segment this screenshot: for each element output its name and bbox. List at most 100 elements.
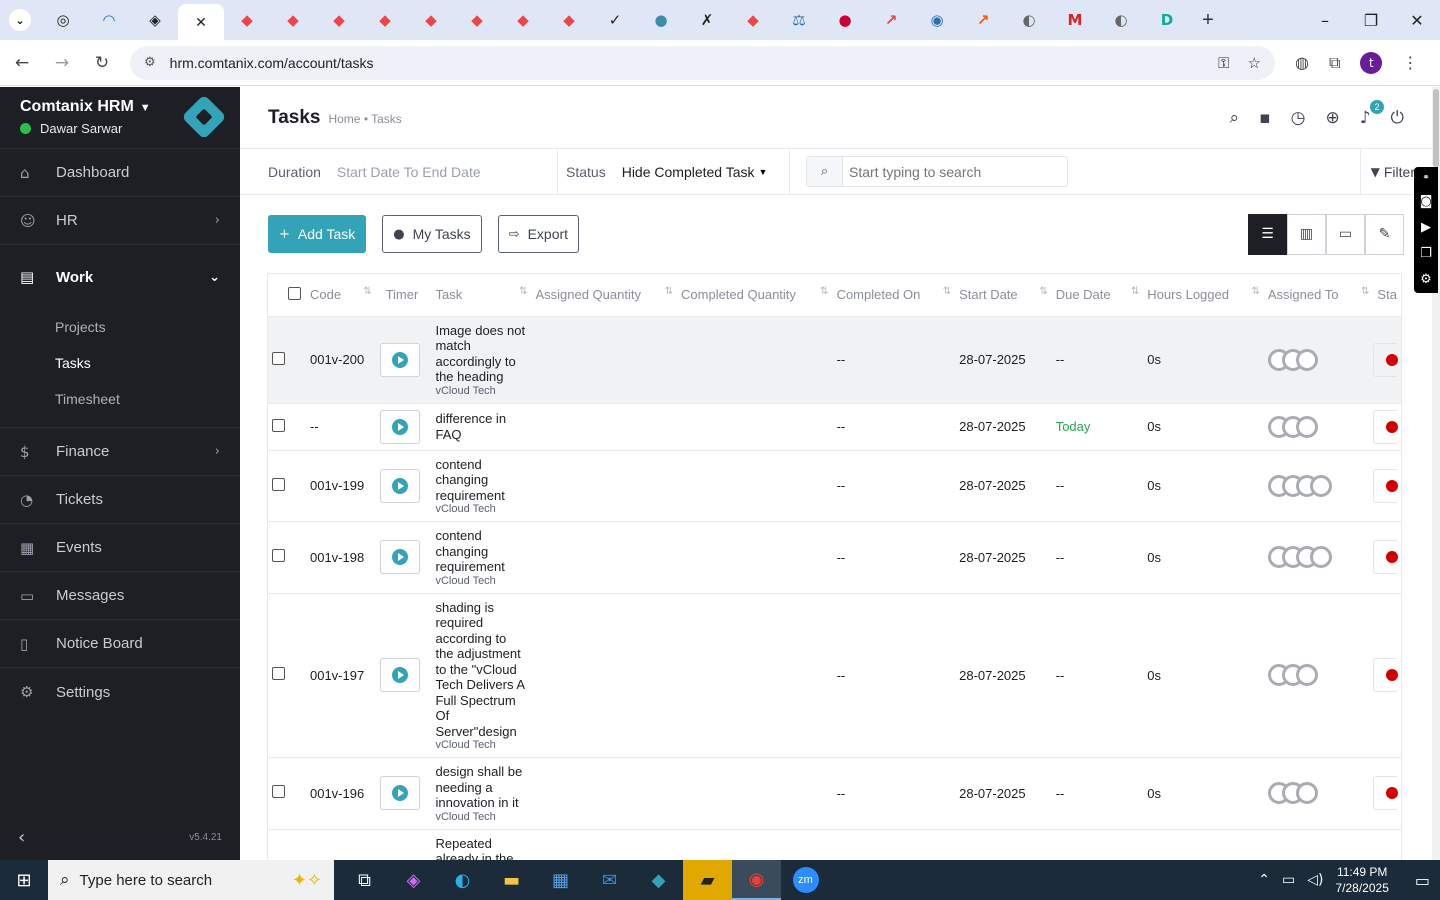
row-checkbox[interactable] <box>272 785 285 799</box>
task-name[interactable]: contend changing requirement <box>435 457 527 504</box>
sticky-notes-icon[interactable]: ▰ <box>683 860 732 900</box>
browser-tab[interactable]: ◆ <box>730 0 776 40</box>
scrollbar-thumb[interactable] <box>1433 89 1439 167</box>
file-explorer-icon[interactable]: ▬ <box>487 860 536 900</box>
collapse-sidebar-icon[interactable]: ‹ <box>18 827 25 848</box>
browser-tab[interactable]: ◐ <box>1006 0 1052 40</box>
sidebar-item-finance[interactable]: $ Finance › <box>0 428 240 476</box>
browser-menu-icon[interactable]: ⋮ <box>1402 53 1418 72</box>
copilot-icon[interactable]: ◈ <box>389 860 438 900</box>
translate-icon[interactable]: ◍ <box>1295 53 1309 72</box>
search-icon[interactable]: ⌕ <box>1230 108 1240 128</box>
browser-tab[interactable]: ◐ <box>1098 0 1144 40</box>
calendar-view-icon[interactable]: ▭ <box>1326 213 1365 255</box>
back-icon[interactable]: ← <box>4 53 40 73</box>
col-assigned-quantity[interactable]: Assigned Quantity ⇅ <box>531 274 678 317</box>
table-row[interactable]: -- difference in FAQ -- 28-07-2025 Today 0s <box>268 403 1401 451</box>
status-indicator[interactable] <box>1373 658 1399 693</box>
table-row[interactable]: 001v-198 contend changing requirement vClo… <box>268 521 1401 594</box>
task-code[interactable]: 001v-199 <box>305 450 376 522</box>
task-code[interactable] <box>305 829 376 860</box>
sidebar-subitem-projects[interactable]: Projects <box>0 309 240 345</box>
status-indicator[interactable] <box>1373 409 1399 444</box>
start-timer-button[interactable] <box>379 540 420 575</box>
browser-tab[interactable]: ● <box>822 0 868 40</box>
table-row[interactable]: 001v-200 Image does not match accordingly… <box>268 316 1401 404</box>
restore-icon[interactable]: ❐ <box>1348 11 1394 30</box>
task-project[interactable]: vCloud Tech <box>435 739 527 751</box>
task-project[interactable]: vCloud Tech <box>435 575 527 587</box>
new-tab-button[interactable]: + <box>1190 9 1226 32</box>
add-circle-icon[interactable]: ⊕ <box>1325 108 1339 128</box>
browser-tab[interactable]: ◆ <box>224 0 270 40</box>
windows-start-icon[interactable]: ⊞ <box>0 870 48 891</box>
list-view-icon[interactable]: ☰ <box>1248 213 1287 255</box>
status-indicator[interactable] <box>1373 776 1399 811</box>
mail-icon[interactable]: ✉ <box>585 860 634 900</box>
comtanix-app-icon[interactable]: ◆ <box>634 860 683 900</box>
minimize-icon[interactable]: – <box>1302 11 1348 30</box>
extensions-icon[interactable]: ⧉ <box>1329 53 1340 73</box>
browser-tab[interactable]: D <box>1144 0 1190 40</box>
task-code[interactable]: 001v-198 <box>305 521 376 594</box>
avatar[interactable] <box>1309 474 1332 497</box>
sticky-note-icon[interactable]: ▪ <box>1259 108 1271 128</box>
browser-tab-active[interactable]: ✕ <box>178 4 224 40</box>
table-row[interactable]: Repeated already in the <box>268 829 1401 860</box>
browser-tab[interactable]: ◆ <box>454 0 500 40</box>
col-completed-on[interactable]: Completed On ⇅ <box>832 274 956 317</box>
store-icon[interactable]: ▦ <box>536 860 585 900</box>
url-text[interactable]: hrm.comtanix.com/account/tasks <box>170 55 374 71</box>
start-timer-button[interactable] <box>379 468 420 503</box>
table-row[interactable]: 001v-199 contend changing requirement vClo… <box>268 450 1401 522</box>
col-start-date[interactable]: Start Date ⇅ <box>955 274 1052 317</box>
sidebar-item-dashboard[interactable]: ⌂ Dashboard <box>0 149 240 197</box>
task-project[interactable]: vCloud Tech <box>435 503 527 515</box>
sidebar-item-work[interactable]: ▤ Work ⌄ <box>0 245 240 309</box>
task-name[interactable]: difference in FAQ <box>435 411 527 442</box>
task-code[interactable]: 001v-200 <box>305 316 376 404</box>
row-checkbox[interactable] <box>272 477 285 491</box>
task-code[interactable]: 001v-197 <box>305 593 376 758</box>
volume-icon[interactable]: ◁) <box>1307 872 1323 888</box>
start-timer-button[interactable] <box>379 658 420 693</box>
bookmark-star-icon[interactable]: ☆ <box>1248 54 1261 72</box>
col-code[interactable]: Code ⇅ <box>305 274 376 317</box>
status-indicator[interactable] <box>1373 468 1399 503</box>
bell-icon[interactable]: ♪ <box>1360 108 1371 128</box>
task-name[interactable]: shading is required according to the adj… <box>435 600 527 740</box>
avatar[interactable] <box>1295 664 1318 687</box>
browser-tab[interactable]: M <box>1052 0 1098 40</box>
browser-tab[interactable]: ⚖ <box>776 0 822 40</box>
start-timer-button[interactable] <box>379 776 420 811</box>
close-window-icon[interactable]: ✕ <box>1394 11 1440 30</box>
avatar[interactable] <box>1295 348 1318 371</box>
row-checkbox[interactable] <box>272 667 285 681</box>
chrome-icon[interactable]: ◉ <box>732 860 781 900</box>
browser-tab[interactable]: ◆ <box>362 0 408 40</box>
camera-icon[interactable]: ◙ <box>1420 194 1433 209</box>
browser-tab[interactable]: ◈ <box>132 0 178 40</box>
task-name[interactable]: design shall be needing a innovation in … <box>435 764 527 811</box>
avatar[interactable] <box>1309 546 1332 569</box>
browser-tab[interactable]: ◆ <box>408 0 454 40</box>
brand-header[interactable]: Comtanix HRM ▼ Dawar Sarwar <box>0 87 240 149</box>
taskbar-clock[interactable]: 11:49 PM 7/28/2025 <box>1335 864 1388 896</box>
table-row[interactable]: 001v-197 shading is required according to… <box>268 593 1401 758</box>
clock-icon[interactable]: ◷ <box>1291 108 1306 128</box>
edge-icon[interactable]: ◐ <box>438 860 487 900</box>
avatar[interactable] <box>1295 415 1318 438</box>
browser-tab[interactable]: ↗ <box>868 0 914 40</box>
status-filter[interactable]: Status Hide Completed Task ▼ <box>558 148 790 195</box>
export-button[interactable]: ⇨ Export <box>497 215 580 253</box>
sidebar-item-tickets[interactable]: ◔ Tickets <box>0 476 240 524</box>
task-project[interactable]: vCloud Tech <box>435 385 527 397</box>
task-name[interactable]: Image does not match accordingly to the … <box>435 323 527 385</box>
sidebar-item-events[interactable]: ▦ Events <box>0 524 240 572</box>
row-checkbox[interactable] <box>272 549 285 563</box>
status-indicator[interactable] <box>1373 540 1399 575</box>
avatar[interactable] <box>1295 782 1318 805</box>
table-row[interactable]: 001v-196 design shall be needing a innova… <box>268 757 1401 830</box>
task-project[interactable]: vCloud Tech <box>435 811 527 823</box>
browser-tab[interactable]: ◉ <box>914 0 960 40</box>
